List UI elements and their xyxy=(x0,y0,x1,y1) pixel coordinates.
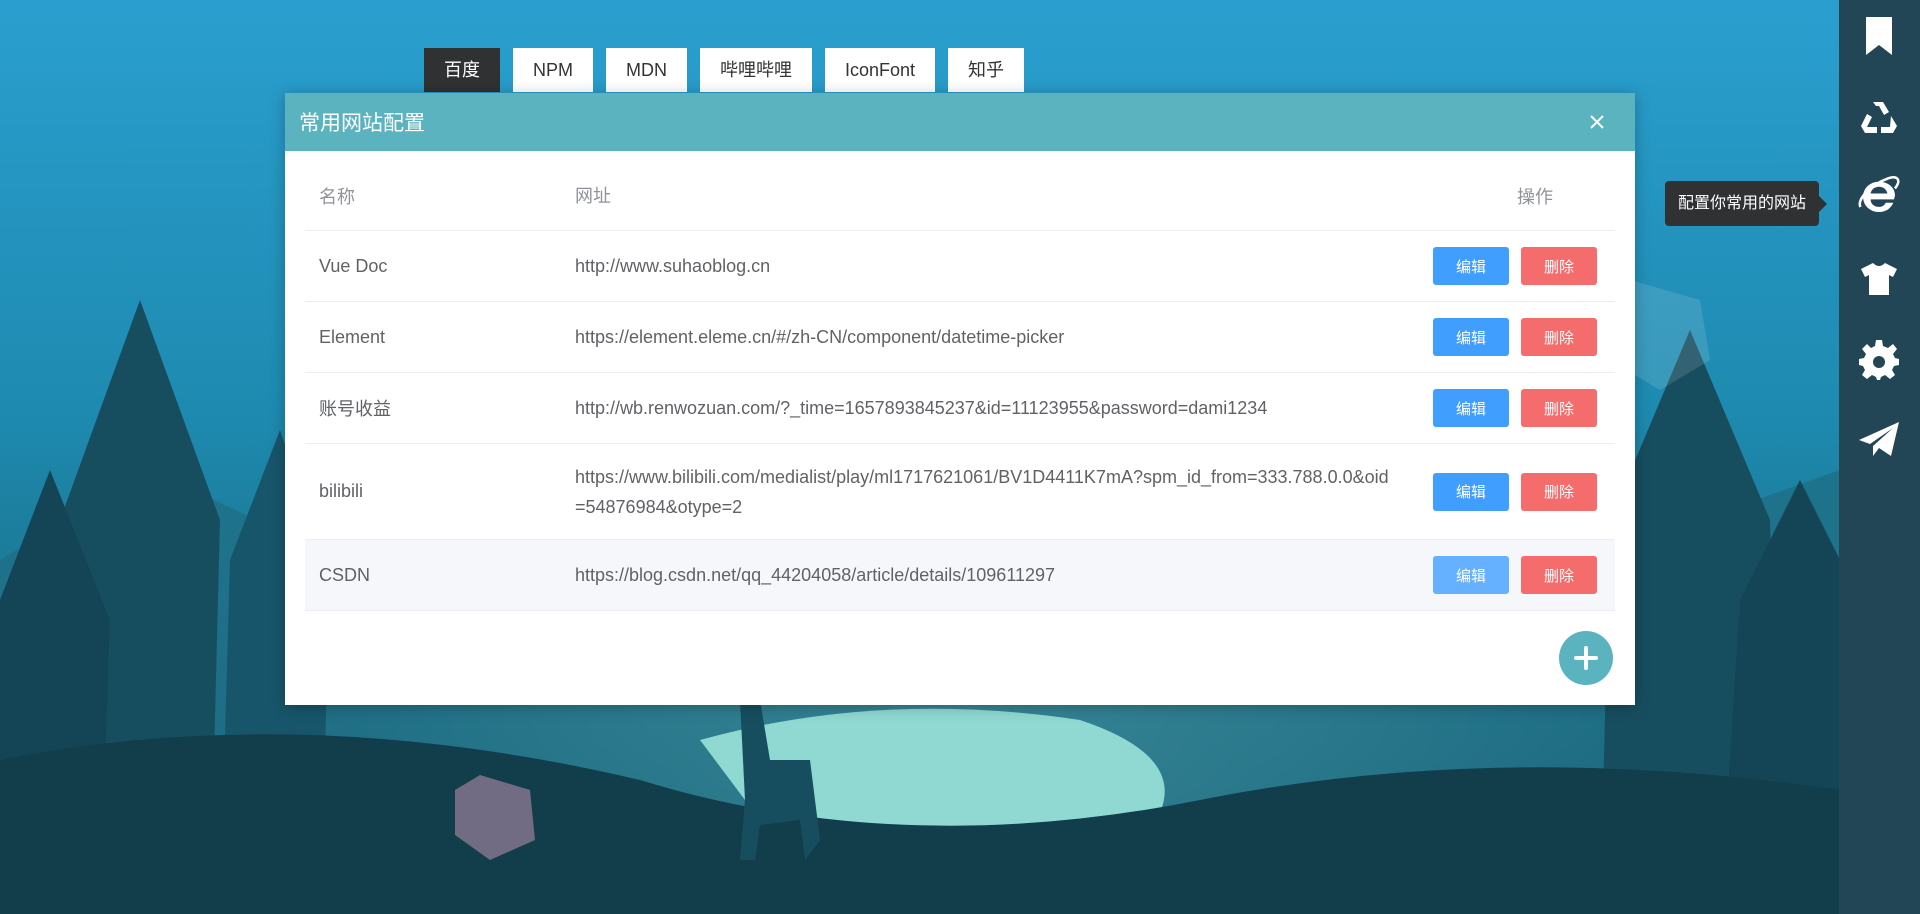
shortcut-npm[interactable]: NPM xyxy=(513,48,593,92)
row-url: https://blog.csdn.net/qq_44204058/articl… xyxy=(575,565,1056,585)
column-header-ops-label: 操作 xyxy=(1517,187,1553,207)
edit-button[interactable]: 编辑 xyxy=(1433,318,1509,356)
sidebar-tooltip: 配置你常用的网站 xyxy=(1665,181,1828,226)
paper-plane-icon[interactable] xyxy=(1858,419,1900,461)
row-url: https://element.eleme.cn/#/zh-CN/compone… xyxy=(575,327,1065,347)
table-header: 名称 网址 操作 xyxy=(305,162,1615,231)
ie-browser-icon[interactable] xyxy=(1858,175,1900,217)
table-row: Element https://element.eleme.cn/#/zh-CN… xyxy=(305,302,1615,373)
close-icon[interactable] xyxy=(1585,110,1609,134)
row-name: CSDN xyxy=(319,564,371,585)
row-actions: 编辑 删除 xyxy=(1395,389,1615,427)
row-url: http://www.suhaoblog.cn xyxy=(575,256,771,276)
shortcut-bilibili[interactable]: 哔哩哔哩 xyxy=(700,48,812,92)
recycle-icon[interactable] xyxy=(1858,96,1900,138)
shortcut-baidu[interactable]: 百度 xyxy=(424,48,500,92)
table-row: 账号收益 http://wb.renwozuan.com/?_time=1657… xyxy=(305,373,1615,444)
row-url: http://wb.renwozuan.com/?_time=165789384… xyxy=(575,398,1268,418)
row-url: https://www.bilibili.com/medialist/play/… xyxy=(575,466,1389,517)
website-table: 名称 网址 操作 Vue Doc http://www.suhaoblog.cn… xyxy=(305,162,1615,611)
shortcut-zhihu[interactable]: 知乎 xyxy=(948,48,1025,92)
plus-icon xyxy=(1574,646,1598,670)
edit-button[interactable]: 编辑 xyxy=(1433,556,1509,594)
shortcut-bar: 百度 NPM MDN 哔哩哔哩 IconFont 知乎 xyxy=(424,48,1025,92)
edit-button[interactable]: 编辑 xyxy=(1433,247,1509,285)
gear-icon[interactable] xyxy=(1858,339,1900,381)
table-row: Vue Doc http://www.suhaoblog.cn 编辑 删除 xyxy=(305,231,1615,302)
row-name: Vue Doc xyxy=(319,255,388,276)
delete-button[interactable]: 删除 xyxy=(1521,389,1597,427)
shortcut-mdn[interactable]: MDN xyxy=(606,48,687,92)
table-row: CSDN https://blog.csdn.net/qq_44204058/a… xyxy=(305,540,1615,611)
dialog-header: 常用网站配置 xyxy=(285,93,1635,151)
bookmark-icon[interactable] xyxy=(1858,15,1900,57)
column-header-ops: 操作 xyxy=(1395,183,1615,209)
row-name: 账号收益 xyxy=(319,399,391,419)
right-sidebar xyxy=(1839,0,1920,914)
column-header-name: 名称 xyxy=(319,187,355,207)
row-name: bilibili xyxy=(319,481,364,501)
row-actions: 编辑 删除 xyxy=(1395,247,1615,285)
row-actions: 编辑 删除 xyxy=(1395,472,1615,511)
row-actions: 编辑 删除 xyxy=(1395,318,1615,356)
tshirt-icon[interactable] xyxy=(1858,258,1900,300)
add-website-button[interactable] xyxy=(1559,631,1613,685)
delete-button[interactable]: 删除 xyxy=(1521,318,1597,356)
shortcut-iconfont[interactable]: IconFont xyxy=(825,48,936,92)
delete-button[interactable]: 删除 xyxy=(1521,247,1597,285)
table-row: bilibili https://www.bilibili.com/medial… xyxy=(305,444,1615,540)
row-actions: 编辑 删除 xyxy=(1395,556,1615,594)
edit-button[interactable]: 编辑 xyxy=(1433,389,1509,427)
dialog-title: 常用网站配置 xyxy=(299,112,425,135)
edit-button[interactable]: 编辑 xyxy=(1433,472,1509,511)
delete-button[interactable]: 删除 xyxy=(1521,556,1597,594)
column-header-url: 网址 xyxy=(575,186,611,206)
row-name: Element xyxy=(319,326,386,347)
website-config-dialog: 常用网站配置 名称 网址 操作 Vue Doc http://www.suhao… xyxy=(285,93,1635,705)
delete-button[interactable]: 删除 xyxy=(1521,472,1597,511)
